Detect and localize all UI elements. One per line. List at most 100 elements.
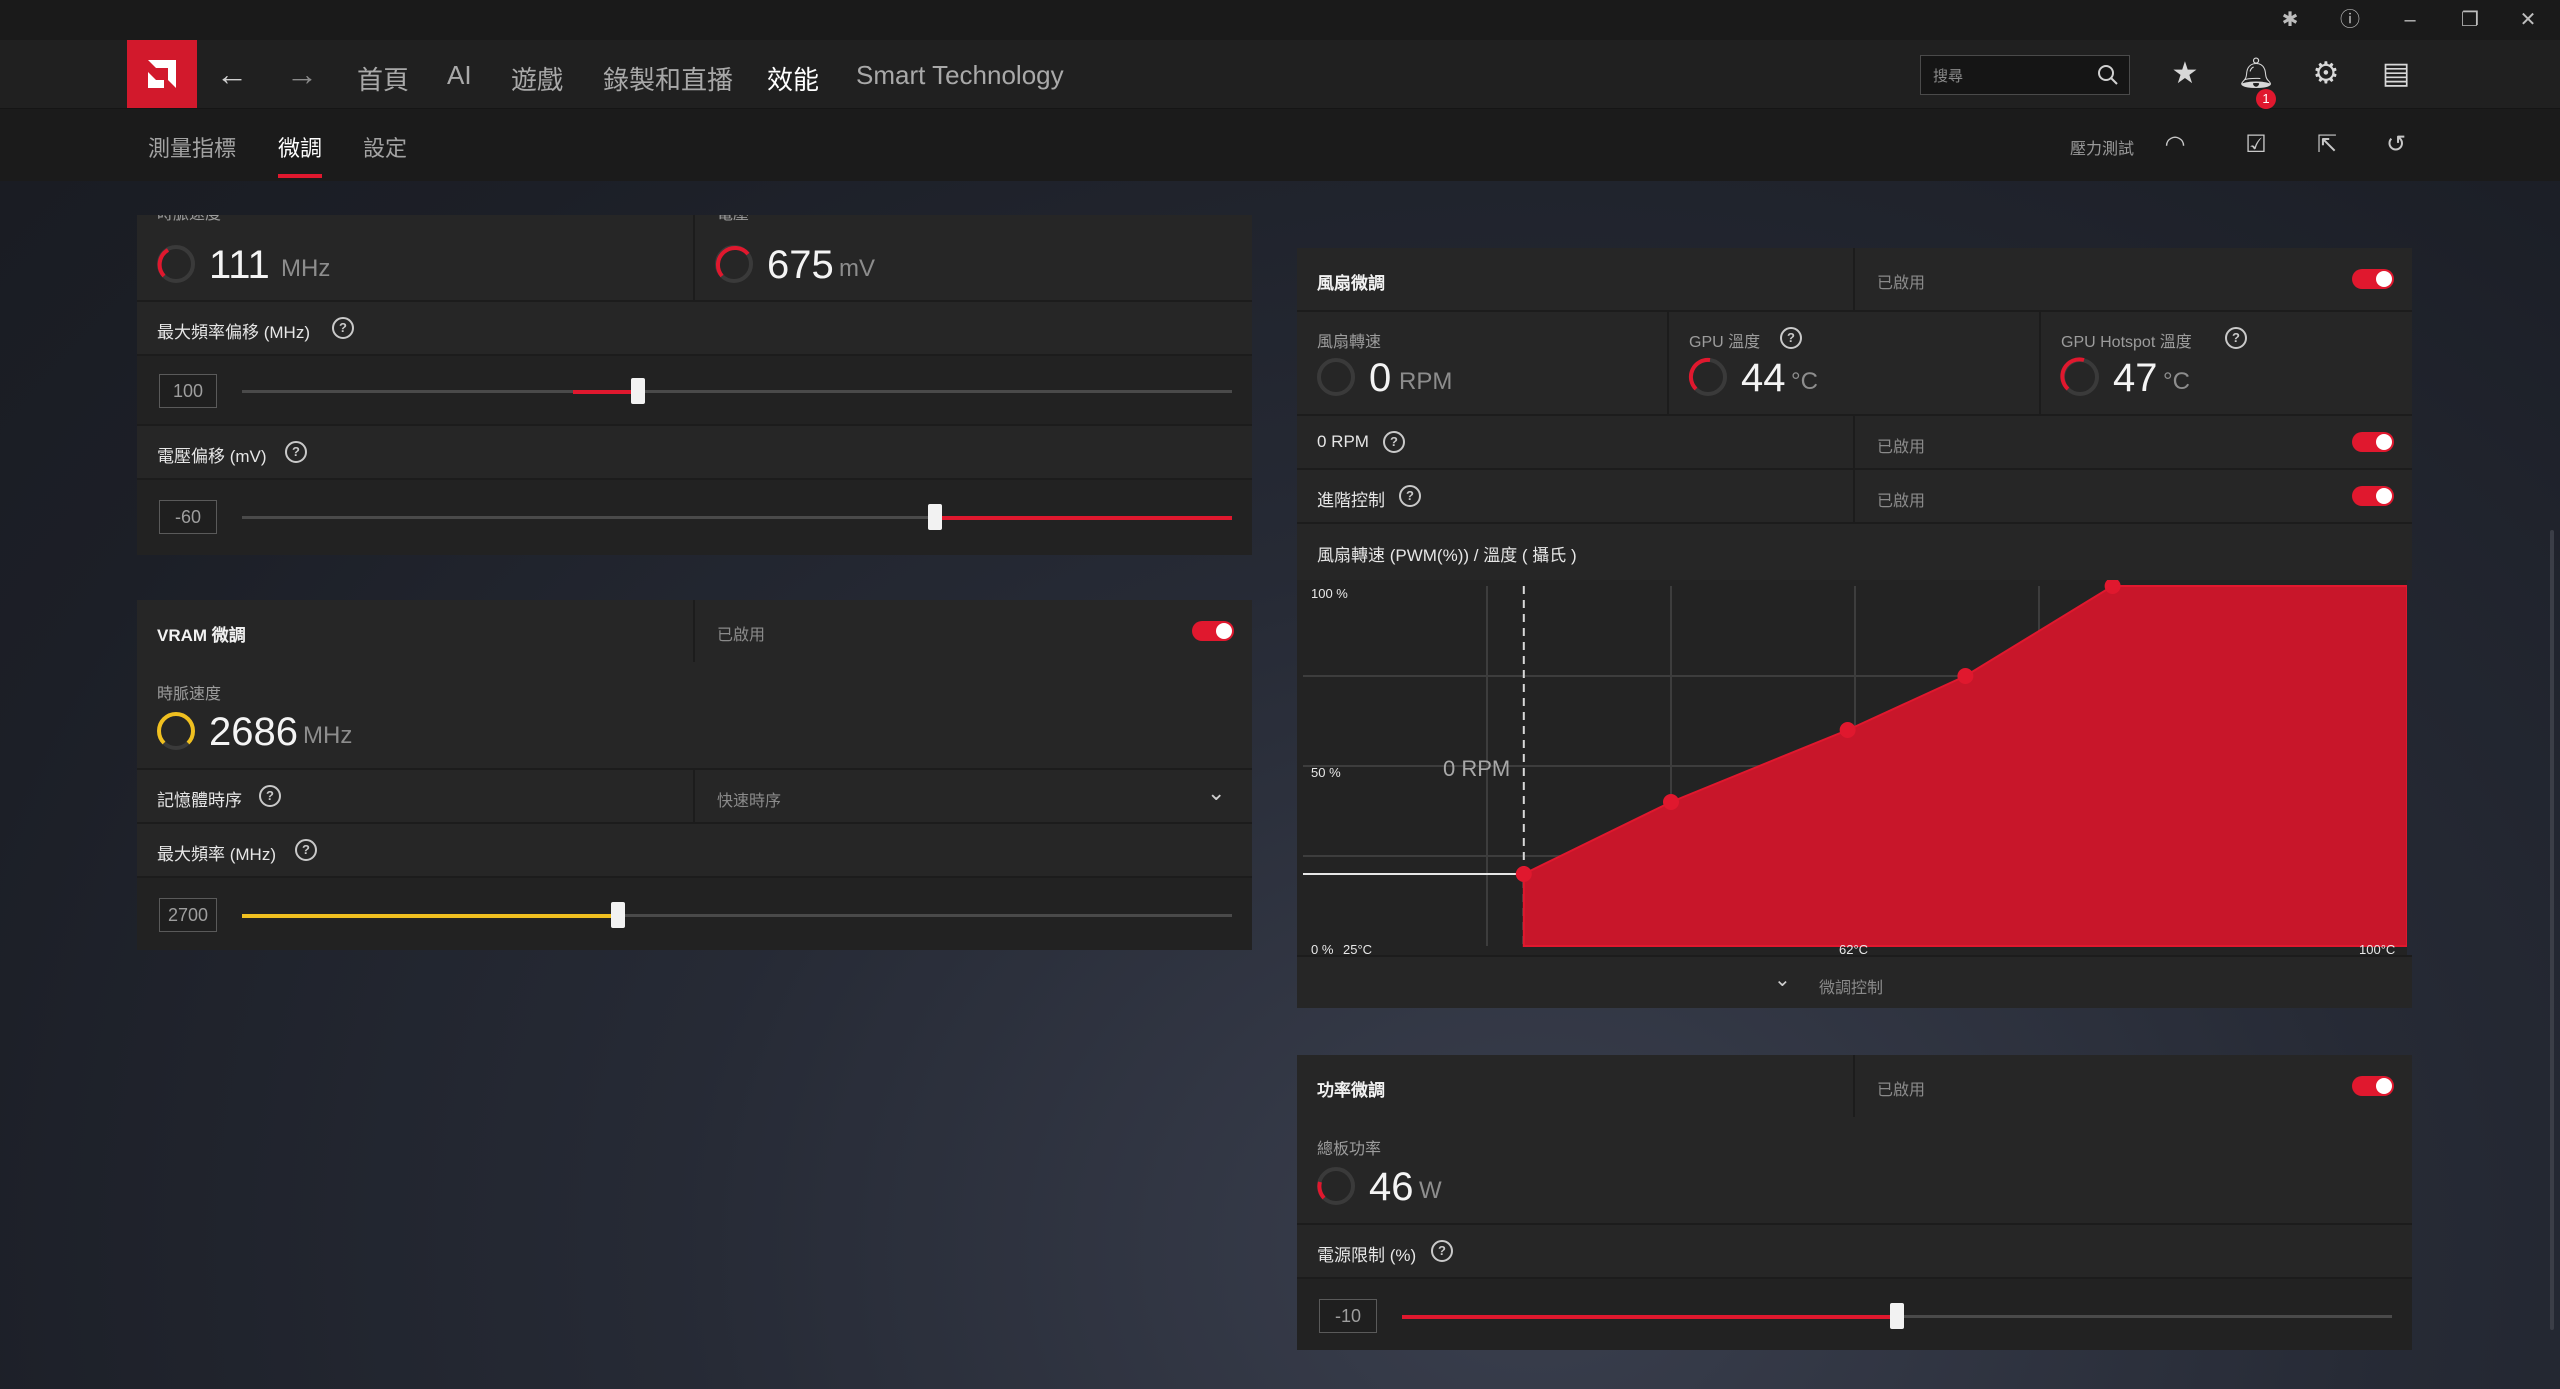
help-icon[interactable]: ? [295, 839, 317, 861]
vram-toggle[interactable] [1192, 621, 1234, 641]
fan-curve-point[interactable] [1839, 722, 1856, 738]
y-tick-label: 50 % [1311, 765, 1341, 780]
max-freq-offset-input[interactable]: 100 [159, 374, 217, 408]
stress-test-gauge-icon[interactable]: ◠ [2157, 127, 2193, 163]
top-navigation: ← → 首頁 AI 遊戲 錄製和直播 效能 Smart Technology ★… [0, 40, 2560, 121]
power-limit-label: 電源限制 (%) [1317, 1246, 1417, 1265]
notifications-bell-icon[interactable]: 🔔︎ [2236, 54, 2276, 94]
search-icon[interactable] [2097, 64, 2119, 86]
divider [1853, 1055, 1855, 1117]
power-limit-slider-thumb[interactable] [1890, 1303, 1904, 1329]
board-power-value: 46 [1369, 1165, 1414, 1209]
vram-header-row: VRAM 微調 已啟用 [137, 600, 1252, 662]
slider-fill [1402, 1315, 1897, 1319]
nav-tab-record-stream[interactable]: 錄製和直播 [603, 60, 733, 97]
vram-title: VRAM 微調 [157, 626, 246, 645]
vram-clock-label: 時脈速度 [157, 686, 222, 703]
help-icon[interactable]: ? [285, 441, 307, 463]
advanced-control-toggle[interactable] [2352, 486, 2394, 506]
vram-clock-gauge-icon [157, 711, 195, 750]
restore-icon[interactable]: ❐ [2450, 6, 2490, 34]
nav-tab-home[interactable]: 首頁 [357, 60, 409, 97]
power-limit-input[interactable]: -10 [1319, 1299, 1377, 1333]
advanced-control-row: 進階控制 ? 已啟用 [1297, 468, 2412, 524]
voltage-offset-slider-thumb[interactable] [928, 504, 942, 530]
clock-speed-value: 111 [209, 243, 270, 287]
help-icon[interactable]: ? [2225, 327, 2247, 349]
export-icon[interactable]: ⇱ [2309, 127, 2345, 163]
max-freq-offset-row: 最大頻率偏移 (MHz) ? [137, 300, 1252, 354]
max-freq-slider-row: 2700 [137, 876, 1252, 950]
power-limit-row: 電源限制 (%) ? [1297, 1223, 2412, 1277]
help-icon[interactable]: ? [332, 317, 354, 339]
help-icon[interactable]: ? [1780, 327, 1802, 349]
max-freq-label: 最大頻率 (MHz) [157, 845, 276, 864]
power-toggle[interactable] [2352, 1076, 2394, 1096]
nav-tab-ai[interactable]: AI [447, 60, 472, 91]
fan-curve-point[interactable] [1663, 794, 1679, 810]
subtab-metrics[interactable]: 測量指標 [148, 131, 236, 163]
forward-arrow-icon[interactable]: → [286, 56, 318, 93]
max-freq-offset-slider-thumb[interactable] [631, 378, 645, 404]
favorites-star-icon[interactable]: ★ [2165, 54, 2205, 94]
fan-toggle[interactable] [2352, 269, 2394, 289]
max-freq-row: 最大頻率 (MHz) ? [137, 822, 1252, 876]
fan-curve-point[interactable] [1515, 866, 1532, 882]
voltage-unit: mV [839, 255, 875, 282]
divider [1853, 416, 1855, 470]
scrollbar[interactable] [2550, 530, 2554, 1330]
help-icon[interactable]: ? [1431, 1240, 1453, 1262]
notification-badge: 1 [2256, 89, 2276, 109]
tuning-control-row[interactable]: ⌄ 微調控制 [1297, 955, 2412, 1008]
vram-clock-value: 2686 [209, 710, 298, 754]
close-icon[interactable]: ✕ [2508, 6, 2548, 34]
vram-tuning-panel: VRAM 微調 已啟用 時脈速度 2686 MHz 記憶體時序 ? 快速時序 ⌄… [137, 600, 1252, 950]
board-power-label: 總板功率 [1317, 1141, 1382, 1158]
voltage-offset-row: 電壓偏移 (mV) ? [137, 424, 1252, 478]
max-freq-slider-thumb[interactable] [611, 902, 626, 928]
fan-curve-point[interactable] [1957, 668, 1974, 684]
help-icon[interactable]: ? [259, 785, 281, 807]
sidebar-toggle-icon[interactable]: ▤ [2376, 54, 2416, 94]
help-icon[interactable]: ? [1399, 485, 1421, 507]
fan-curve-chart[interactable]: 100 % 50 % 0 % 25°C 62°C 100°C 0 RPM [1297, 578, 2408, 957]
subtab-tuning[interactable]: 微調 [278, 131, 323, 178]
clock-speed-label: 時脈速度 [157, 215, 221, 225]
max-freq-input[interactable]: 2700 [159, 898, 217, 932]
fan-readouts-row: 風扇轉速 0 RPM GPU 溫度 ? 44 °C GPU Hotspot 溫度… [1297, 310, 2412, 416]
memory-timing-dropdown[interactable]: 快速時序 [717, 787, 781, 811]
chevron-down-icon[interactable]: ⌄ [1207, 780, 1225, 806]
divider [1667, 312, 1669, 416]
chevron-down-icon[interactable]: ⌄ [1774, 967, 1791, 992]
stress-test-label[interactable]: 壓力測試 [2070, 135, 2134, 159]
bug-icon[interactable]: ✱ [2270, 6, 2310, 34]
zero-rpm-toggle[interactable] [2352, 432, 2394, 452]
fan-status: 已啟用 [1877, 275, 1926, 292]
search-box[interactable] [1920, 55, 2130, 95]
tuning-control-label[interactable]: 微調控制 [1819, 974, 1883, 998]
search-input[interactable] [1931, 63, 2085, 89]
x-tick-label: 100°C [2359, 942, 2396, 957]
slider-fill [242, 914, 619, 918]
nav-tab-performance[interactable]: 效能 [767, 60, 820, 121]
board-power-gauge-icon [1317, 1167, 1355, 1205]
voltage-offset-input[interactable]: -60 [159, 500, 217, 534]
hotspot-temp-label: GPU Hotspot 溫度 [2061, 334, 2192, 351]
voltage-gauge-icon [715, 245, 753, 283]
subtab-settings[interactable]: 設定 [363, 131, 407, 163]
slider-fill [573, 390, 638, 394]
help-icon[interactable]: ⓘ [2330, 6, 2370, 34]
divider [693, 215, 695, 300]
back-arrow-icon[interactable]: ← [216, 56, 248, 93]
apply-changes-icon[interactable]: ☑ [2238, 127, 2274, 163]
zero-rpm-annotation: 0 RPM [1443, 756, 1511, 781]
nav-tab-gaming[interactable]: 遊戲 [511, 60, 563, 97]
memory-timing-row: 記憶體時序 ? 快速時序 ⌄ [137, 768, 1252, 824]
help-icon[interactable]: ? [1383, 431, 1405, 453]
minimize-icon[interactable]: – [2390, 6, 2430, 34]
amd-logo[interactable] [127, 40, 197, 108]
settings-gear-icon[interactable]: ⚙ [2306, 54, 2346, 94]
nav-tab-smart-technology[interactable]: Smart Technology [856, 60, 1064, 91]
reset-icon[interactable]: ↺ [2378, 127, 2414, 163]
slider-fill [935, 516, 1232, 520]
